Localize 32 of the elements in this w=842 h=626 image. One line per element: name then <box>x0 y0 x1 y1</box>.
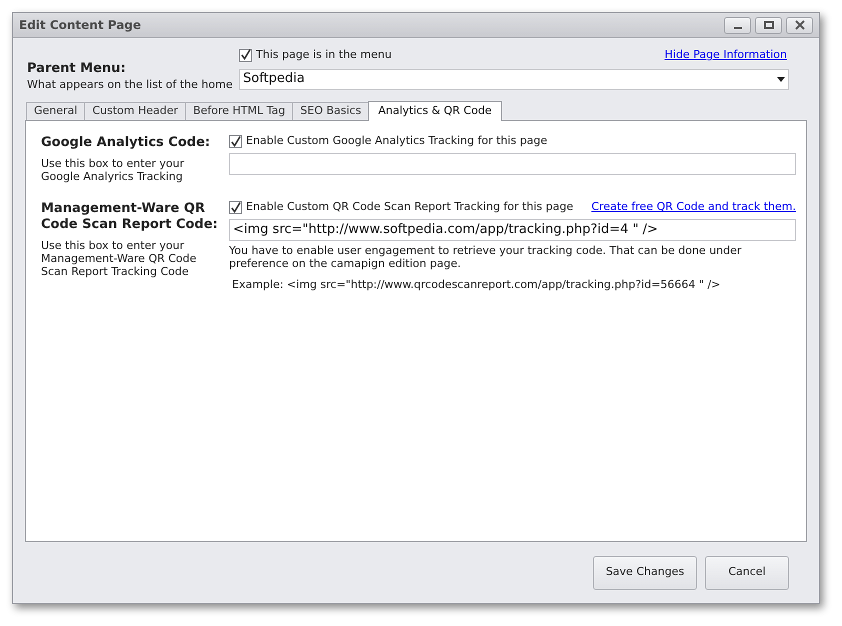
maximize-icon <box>764 21 774 29</box>
close-icon <box>794 20 804 30</box>
checkbox[interactable] <box>229 135 242 148</box>
minimize-button[interactable] <box>724 16 751 34</box>
section-description: What appears on the list of the home <box>27 77 234 93</box>
checkbox[interactable] <box>239 48 252 62</box>
dropdown[interactable]: Softpedia <box>239 68 789 90</box>
checkbox-label: Enable Custom QR Code Scan Report Tracking for this page <box>246 199 574 216</box>
tab[interactable]: Before HTML Tag <box>185 102 294 120</box>
dropdown-arrow-icon <box>777 76 785 82</box>
close-button[interactable] <box>786 16 813 34</box>
cancel-button[interactable]: Cancel <box>705 556 789 590</box>
maximize-button[interactable] <box>755 16 782 34</box>
checkbox[interactable] <box>229 201 242 214</box>
window-title: Edit Content Page <box>19 17 142 34</box>
hide-info-link[interactable]: Hide Page Information <box>664 47 787 64</box>
tab[interactable]: Analytics & QR Code <box>368 100 502 120</box>
section-title: Parent Menu: <box>27 61 127 77</box>
save-button[interactable]: Save Changes <box>593 556 697 590</box>
section-description: Use this box to enter your Google Analyrics Tracking <box>41 156 186 182</box>
example-text: Example: <img src="http://www.qrcodescanreport.com/app/tracking.php?id=56664 " /> <box>232 276 722 292</box>
checkbox-label: This page is in the menu <box>256 47 392 63</box>
qr-code-link[interactable]: Create free QR Code and track them. <box>591 199 796 216</box>
tab[interactable]: General <box>26 102 86 120</box>
input-field[interactable] <box>229 152 796 174</box>
help-text: You have to enable user engagement to retrieve your tracking code. That can be done under preference on the camapign edition page. <box>229 244 742 270</box>
section-description: Use this box to enter your Management-Ware QR Code Scan Report Tracking Code <box>41 238 198 278</box>
section-title: Google Analytics Code: <box>41 134 212 150</box>
section-title: Management-Ware QR Code Scan Report Code: <box>41 200 219 232</box>
minimize-icon <box>734 27 742 29</box>
checkbox-label: Enable Custom Google Analytics Tracking for this page <box>246 133 548 150</box>
input-field[interactable]: <img src="http://www.softpedia.com/app/tracking.php?id=4 " /> <box>229 218 796 240</box>
